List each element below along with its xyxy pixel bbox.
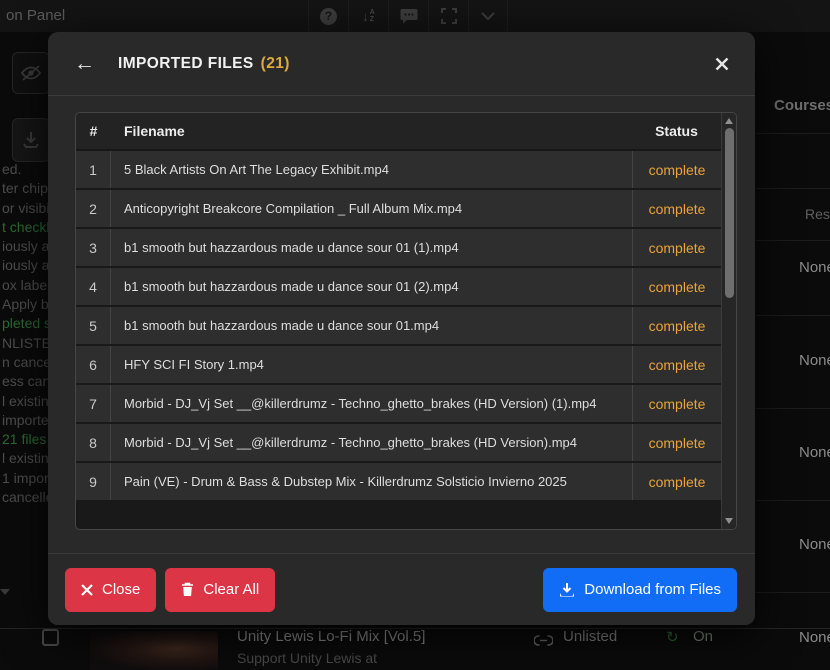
table-row: 5 b1 smooth but hazzardous made u dance … xyxy=(76,307,721,346)
modal-body: # Filename Status 1 5 Black Artists On A… xyxy=(48,96,755,530)
row-number: 9 xyxy=(76,463,111,500)
table-header-row: # Filename Status xyxy=(76,113,721,151)
background-download-button[interactable] xyxy=(12,118,50,162)
row-status: complete xyxy=(632,268,721,305)
download-icon xyxy=(23,132,39,148)
sort-az-icon[interactable]: ↓ A Z xyxy=(348,0,388,32)
scroll-up-arrow-icon[interactable] xyxy=(725,118,733,124)
download-from-files-button[interactable]: Download from Files xyxy=(543,567,737,612)
row-status: complete xyxy=(632,385,721,422)
screen: on Panel ? ↓ A Z ed. ter chip f or visib… xyxy=(0,0,830,670)
modal-footer: Close Clear All Download from Files xyxy=(48,553,755,625)
row-number: 2 xyxy=(76,190,111,227)
row-filename: b1 smooth but hazzardous made u dance so… xyxy=(124,279,459,294)
row-divider xyxy=(756,133,830,134)
table-row: 7 Morbid - DJ_Vj Set __@killerdrumz - Te… xyxy=(76,385,721,424)
table-row: 2 Anticopyright Breakcore Compilation _ … xyxy=(76,190,721,229)
row-divider xyxy=(756,315,830,316)
back-arrow-icon[interactable]: ← xyxy=(74,52,95,76)
trash-icon xyxy=(182,582,194,596)
row-checkbox[interactable] xyxy=(42,629,59,646)
column-header-num: # xyxy=(89,123,98,139)
table-row: 3 b1 smooth but hazzardous made u dance … xyxy=(76,229,721,268)
help-icon[interactable]: ? xyxy=(308,0,348,32)
column-header-status: Status xyxy=(655,123,698,139)
row-status: complete xyxy=(632,151,721,188)
row-divider xyxy=(756,240,830,241)
row-status: complete xyxy=(632,190,721,227)
scroll-down-arrow-icon[interactable] xyxy=(725,518,733,524)
app-topbar: on Panel ? ↓ A Z xyxy=(0,0,830,32)
imported-files-count: (21) xyxy=(260,54,290,72)
row-status: complete xyxy=(632,307,721,344)
courses-cell: None xyxy=(799,536,830,553)
link-icon xyxy=(533,633,554,651)
row-number: 6 xyxy=(76,346,111,383)
row-status: complete xyxy=(632,424,721,461)
row-divider xyxy=(756,408,830,409)
courses-cell: None xyxy=(799,352,830,369)
table-row: 4 b1 smooth but hazzardous made u dance … xyxy=(76,268,721,307)
row-status: complete xyxy=(632,346,721,383)
toggle-state: On xyxy=(693,628,714,645)
topbar-icon-group: ? ↓ A Z xyxy=(308,0,508,32)
visibility-status: Unlisted xyxy=(563,628,618,645)
row-filename: Morbid - DJ_Vj Set __@killerdrumz - Tech… xyxy=(124,435,577,450)
row-filename: Anticopyright Breakcore Compilation _ Fu… xyxy=(124,201,463,216)
table-row: 9 Pain (VE) - Drum & Bass & Dubstep Mix … xyxy=(76,463,721,502)
download-icon xyxy=(560,582,575,596)
row-number: 5 xyxy=(76,307,111,344)
imported-files-modal: ← IMPORTED FILES (21) # Filename Status … xyxy=(48,32,755,625)
caret-down-icon xyxy=(0,589,10,595)
app-title: on Panel xyxy=(6,7,66,24)
x-icon xyxy=(81,583,93,596)
row-filename: b1 smooth but hazzardous made u dance so… xyxy=(124,240,459,255)
table-row: 8 Morbid - DJ_Vj Set __@killerdrumz - Te… xyxy=(76,424,721,463)
table-row: 6 HFY SCI FI Story 1.mp4 complete xyxy=(76,346,721,385)
modal-title: IMPORTED FILES xyxy=(118,54,254,72)
restricted-cell: Restr xyxy=(805,206,830,222)
row-number: 3 xyxy=(76,229,111,266)
imported-files-table: # Filename Status 1 5 Black Artists On A… xyxy=(75,112,737,530)
column-header-filename: Filename xyxy=(124,122,185,139)
row-divider xyxy=(756,500,830,501)
video-title: Unity Lewis Lo-Fi Mix [Vol.5] xyxy=(237,628,426,645)
row-status: complete xyxy=(632,229,721,266)
row-divider xyxy=(756,188,830,189)
row-filename: Morbid - DJ_Vj Set __@killerdrumz - Tech… xyxy=(124,396,597,411)
modal-header: ← IMPORTED FILES (21) xyxy=(48,32,755,96)
eye-slash-icon xyxy=(20,65,42,81)
row-divider xyxy=(756,592,830,593)
scrollbar-thumb[interactable] xyxy=(725,128,734,298)
row-filename: HFY SCI FI Story 1.mp4 xyxy=(124,357,264,372)
row-number: 8 xyxy=(76,424,111,461)
refresh-icon: ↻ xyxy=(666,629,679,646)
table-row: 1 5 Black Artists On Art The Legacy Exhi… xyxy=(76,151,721,190)
close-button[interactable]: Close xyxy=(65,567,157,612)
video-subtitle: Support Unity Lewis at xyxy=(237,650,378,666)
video-thumbnail[interactable] xyxy=(90,631,218,670)
table-rows: 1 5 Black Artists On Art The Legacy Exhi… xyxy=(76,151,736,502)
row-number: 4 xyxy=(76,268,111,305)
row-filename: Pain (VE) - Drum & Bass & Dubstep Mix - … xyxy=(124,474,567,489)
table-scrollbar[interactable] xyxy=(721,113,736,529)
close-icon[interactable] xyxy=(715,57,729,71)
courses-column-header: Courses xyxy=(774,97,830,114)
row-number: 1 xyxy=(76,151,111,188)
courses-cell: None xyxy=(799,444,830,461)
row-filename: b1 smooth but hazzardous made u dance so… xyxy=(124,318,440,333)
hide-visibility-button[interactable] xyxy=(12,52,50,94)
courses-cell: None xyxy=(799,629,830,646)
courses-cell: None xyxy=(799,259,830,276)
row-filename: 5 Black Artists On Art The Legacy Exhibi… xyxy=(124,162,389,177)
row-number: 7 xyxy=(76,385,111,422)
fullscreen-icon[interactable] xyxy=(428,0,468,32)
chat-icon[interactable] xyxy=(388,0,428,32)
chevron-down-icon[interactable] xyxy=(468,0,508,32)
clear-all-button[interactable]: Clear All xyxy=(165,567,276,612)
row-status: complete xyxy=(632,463,721,500)
